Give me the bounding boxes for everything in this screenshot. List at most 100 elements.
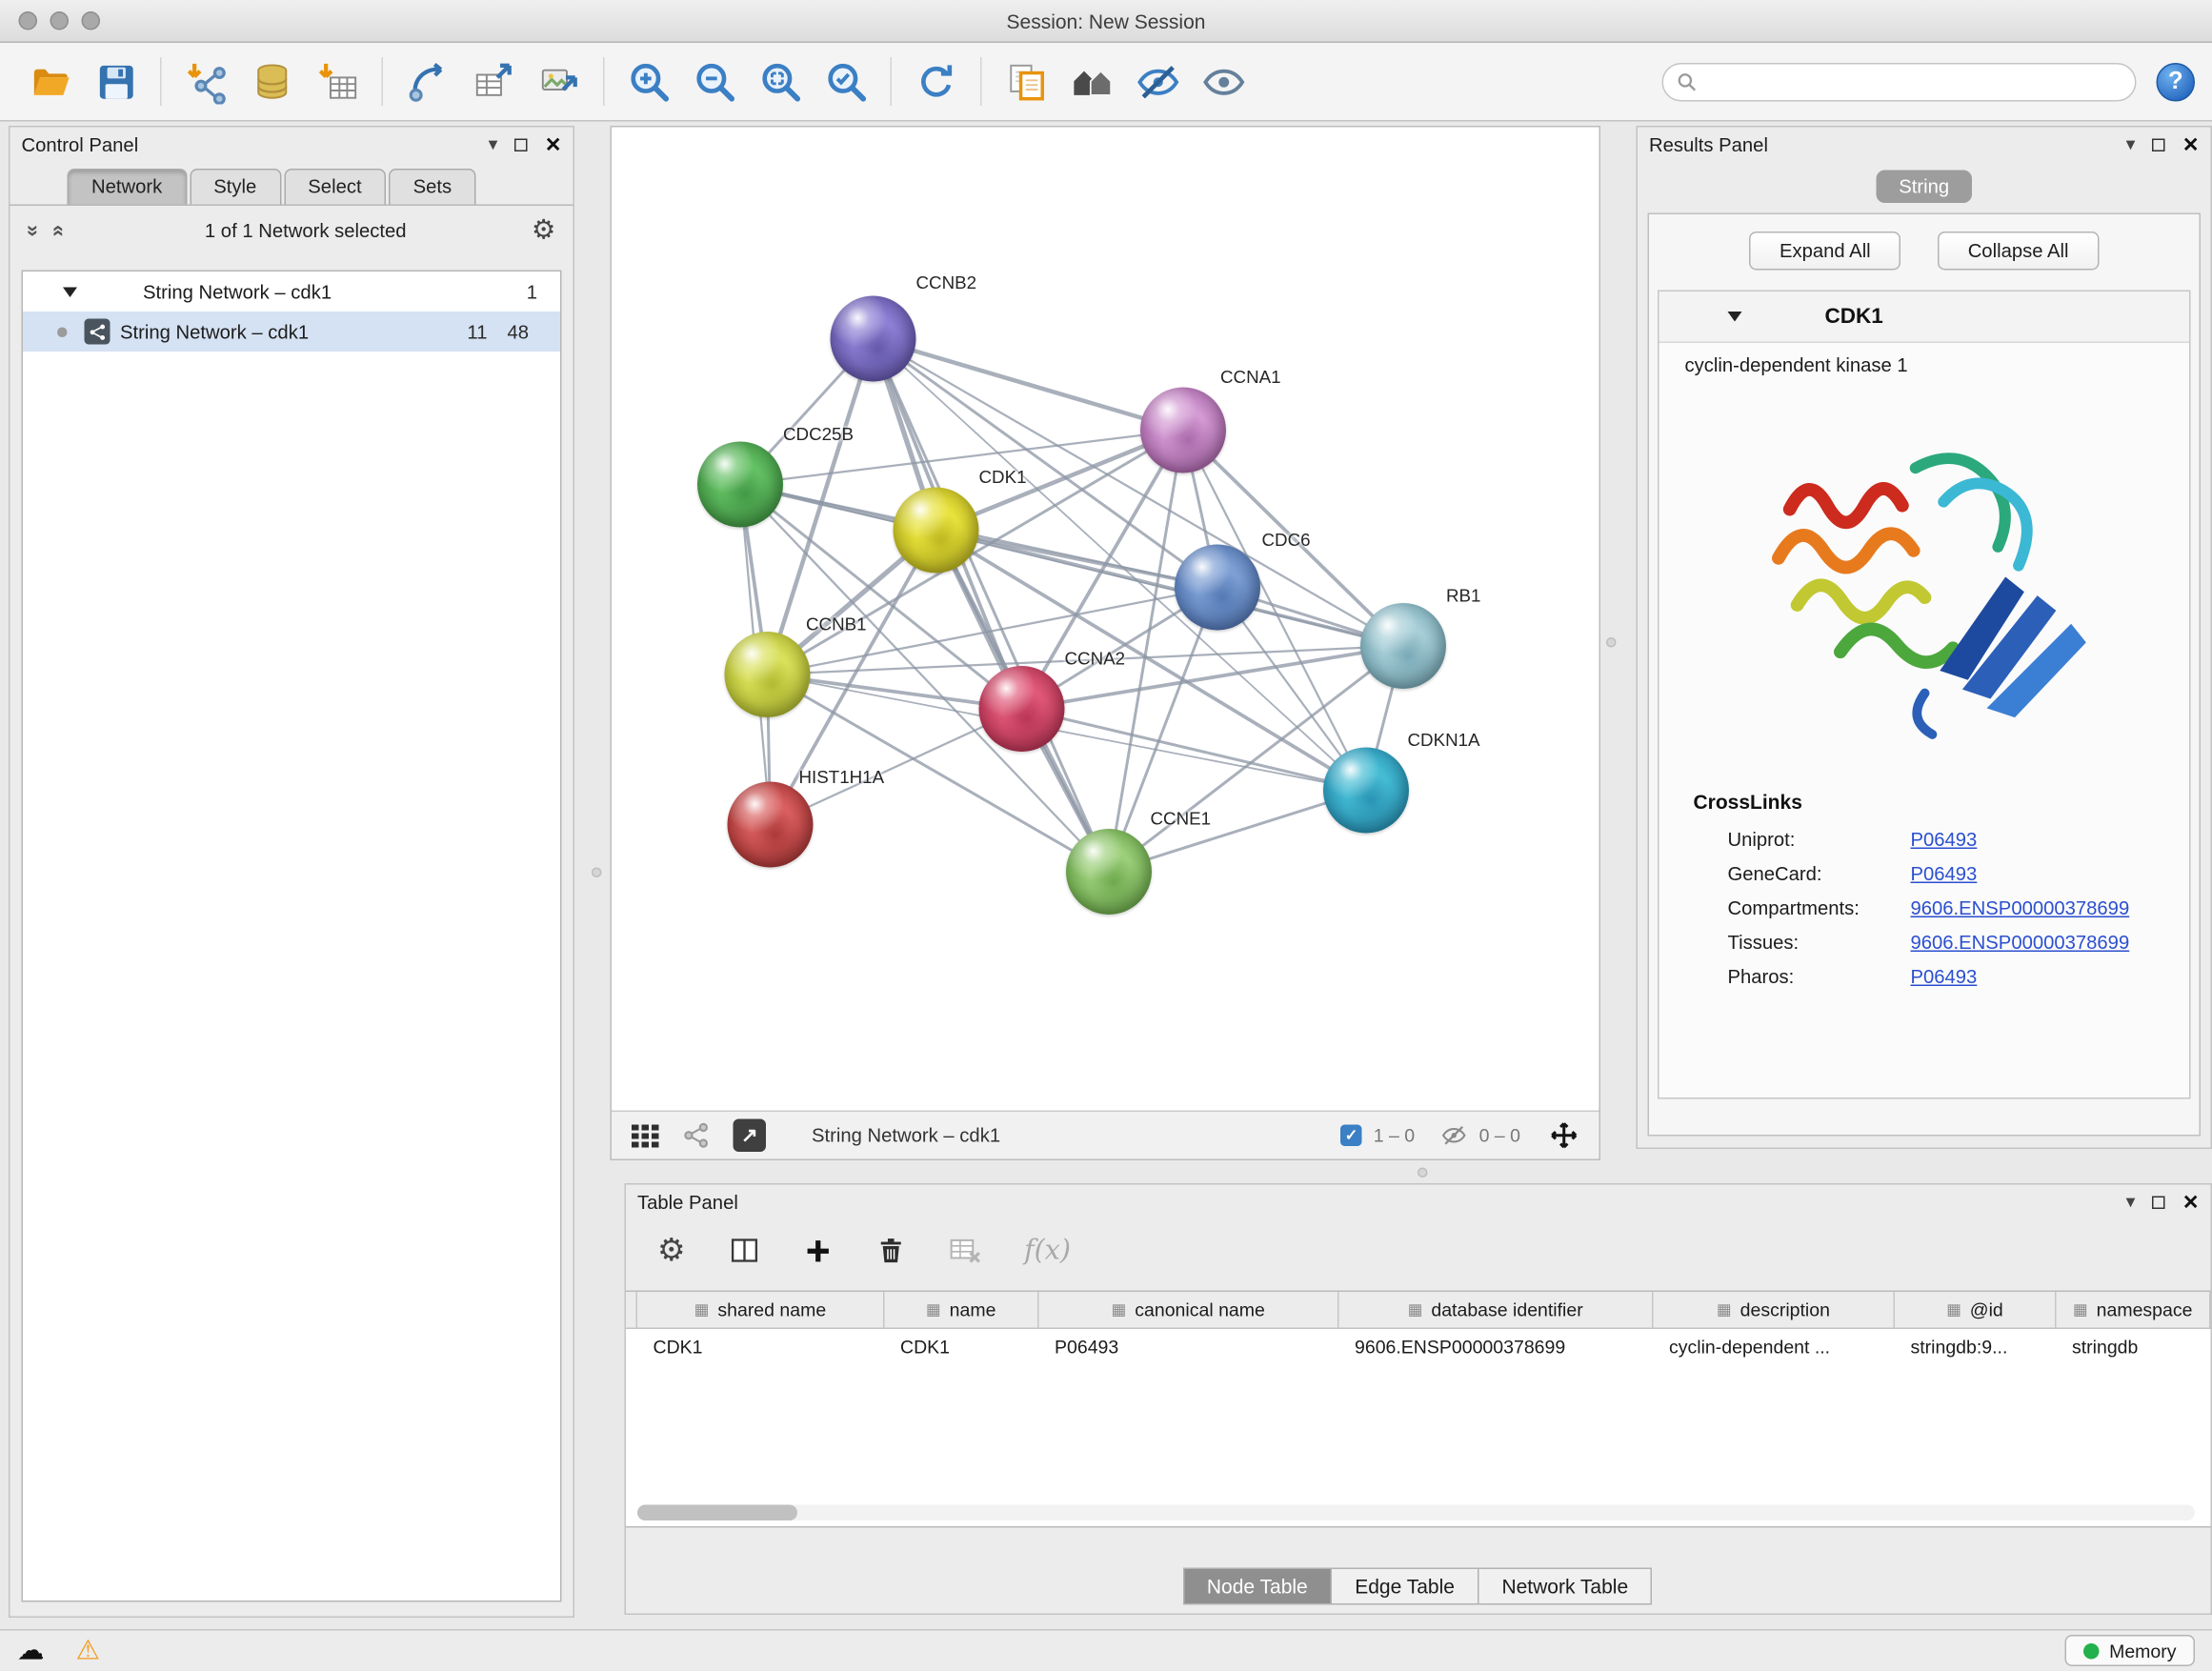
crosslink-label: GeneCard: [1728, 862, 1911, 884]
panel-menu-icon[interactable]: ▾ [2126, 133, 2136, 156]
zoom-selected-button[interactable] [814, 51, 879, 111]
expand-all-button[interactable]: Expand All [1749, 232, 1900, 271]
crosslink-link[interactable]: 9606.ENSP00000378699 [1911, 931, 2130, 953]
move-fit-icon[interactable] [1549, 1120, 1579, 1151]
tab-network-table[interactable]: Network Table [1478, 1568, 1653, 1605]
copy-to-clipboard-button[interactable] [994, 51, 1059, 111]
close-panel-icon[interactable]: ✕ [2182, 132, 2200, 157]
network-view-icon[interactable] [683, 1122, 711, 1150]
network-node-ccna1[interactable] [1140, 388, 1226, 473]
show-graphics-details-button[interactable] [1191, 51, 1257, 111]
import-network-from-database-button[interactable] [239, 51, 305, 111]
apply-preferred-layout-button[interactable] [903, 51, 969, 111]
expand-triangle-icon[interactable] [63, 287, 77, 297]
network-row-selected[interactable]: String Network – cdk1 11 48 [23, 312, 560, 352]
expand-all-icon[interactable]: « [48, 224, 72, 236]
float-panel-icon[interactable] [2152, 1196, 2165, 1209]
column-header-namespace[interactable]: ▦namespace [2057, 1292, 2211, 1328]
memory-button[interactable]: Memory [2065, 1636, 2195, 1667]
column-header-database-identifier[interactable]: ▦database identifier [1339, 1292, 1654, 1328]
column-header-canonical-name[interactable]: ▦canonical name [1039, 1292, 1339, 1328]
network-node-rb1[interactable] [1360, 603, 1446, 689]
collapse-all-icon[interactable]: » [21, 224, 46, 236]
hide-graphics-details-button[interactable] [1125, 51, 1191, 111]
maximize-window-button[interactable] [82, 11, 101, 30]
network-node-ccnb2[interactable] [831, 296, 916, 382]
show-hide-panels-button[interactable] [1059, 51, 1125, 111]
float-panel-icon[interactable] [514, 138, 528, 151]
search-field[interactable] [1662, 62, 2137, 101]
zoom-in-button[interactable] [616, 51, 682, 111]
close-window-button[interactable] [19, 11, 38, 30]
crosslink-link[interactable]: P06493 [1911, 828, 1978, 850]
tab-select[interactable]: Select [284, 169, 386, 205]
minimize-window-button[interactable] [50, 11, 70, 30]
hide-graphics-details-icon [1136, 59, 1180, 104]
crosslink-link[interactable]: P06493 [1911, 965, 1978, 987]
splitter-handle[interactable] [1418, 1168, 1428, 1178]
grid-view-icon[interactable] [632, 1124, 660, 1147]
float-panel-icon[interactable] [2152, 138, 2165, 151]
network-node-cdk1[interactable] [894, 488, 979, 574]
collapse-all-button[interactable]: Collapse All [1938, 232, 2099, 271]
import-table-from-file-button[interactable] [305, 51, 371, 111]
table-settings-gear-icon[interactable]: ⚙ [657, 1232, 686, 1269]
close-panel-icon[interactable]: ✕ [2182, 1190, 2200, 1215]
gene-card-header[interactable]: CDK1 [1659, 292, 2190, 343]
delete-column-trash-icon[interactable] [875, 1236, 906, 1266]
node-label-cdk1: CDK1 [979, 468, 1027, 488]
warning-icon[interactable]: ⚠ [76, 1635, 101, 1668]
cloud-icon[interactable]: ☁ [17, 1635, 45, 1668]
network-node-ccne1[interactable] [1066, 829, 1152, 915]
network-node-cdc25b[interactable] [697, 442, 783, 528]
question-mark-icon: ? [2168, 68, 2183, 96]
tab-sets[interactable]: Sets [389, 169, 476, 205]
table-panel-title: Table Panel [637, 1191, 738, 1213]
network-canvas[interactable]: CCNB2CCNA1CDC25BCDK1CDC6RB1CCNB1CCNA2CDK… [612, 128, 1599, 1111]
horizontal-scrollbar[interactable] [637, 1505, 2195, 1521]
zoom-out-button[interactable] [682, 51, 748, 111]
node-label-ccnb1: CCNB1 [806, 614, 867, 634]
open-in-window-icon[interactable]: ↗ [734, 1119, 767, 1153]
close-panel-icon[interactable]: ✕ [545, 132, 562, 157]
search-input[interactable] [1706, 70, 2122, 92]
tab-node-table[interactable]: Node Table [1182, 1568, 1332, 1605]
splitter-handle[interactable] [592, 868, 602, 878]
column-type-icon: ▦ [1408, 1300, 1423, 1319]
panel-menu-icon[interactable]: ▾ [489, 133, 498, 156]
open-session-button[interactable] [17, 51, 83, 111]
import-network-from-file-button[interactable] [173, 51, 239, 111]
selected-nodes-checkbox-icon[interactable]: ✓ [1340, 1125, 1362, 1147]
tab-edge-table[interactable]: Edge Table [1331, 1568, 1479, 1605]
column-header--id[interactable]: ▦@id [1895, 1292, 2057, 1328]
column-header-description[interactable]: ▦description [1654, 1292, 1896, 1328]
tab-style[interactable]: Style [190, 169, 281, 205]
export-table-button[interactable] [460, 51, 526, 111]
help-button[interactable]: ? [2157, 62, 2196, 101]
crosslink-link[interactable]: 9606.ENSP00000378699 [1911, 896, 2130, 918]
crosslink-link[interactable]: P06493 [1911, 862, 1978, 884]
network-node-cdc6[interactable] [1175, 545, 1260, 631]
network-node-ccnb1[interactable] [725, 632, 811, 717]
zoom-fit-content-button[interactable] [748, 51, 814, 111]
network-node-hist1h1a[interactable] [728, 782, 814, 868]
export-image-button[interactable] [526, 51, 592, 111]
tab-network[interactable]: Network [68, 169, 187, 205]
splitter-handle[interactable] [1606, 637, 1617, 648]
gene-card-cdk1: CDK1 cyclin-dependent kinase 1 CrossLink… [1658, 291, 2191, 1099]
collapse-triangle-icon[interactable] [1728, 312, 1742, 322]
scrollbar-thumb[interactable] [637, 1505, 797, 1521]
column-header-name[interactable]: ▦name [885, 1292, 1039, 1328]
new-network-from-selection-button[interactable] [394, 51, 460, 111]
save-session-button[interactable] [83, 51, 149, 111]
show-columns-icon[interactable] [729, 1235, 760, 1266]
tab-string[interactable]: String [1876, 171, 1972, 204]
add-column-plus-icon[interactable] [803, 1236, 834, 1266]
panel-menu-icon[interactable]: ▾ [2126, 1191, 2136, 1214]
table-row[interactable]: CDK1CDK1P064939606.ENSP00000378699cyclin… [626, 1329, 2211, 1365]
gear-icon[interactable]: ⚙ [532, 213, 556, 247]
network-collection-row[interactable]: String Network – cdk1 1 [23, 272, 560, 312]
network-node-ccna2[interactable] [979, 666, 1065, 752]
column-header-shared-name[interactable]: ▦shared name [637, 1292, 885, 1328]
network-node-cdkn1a[interactable] [1323, 748, 1409, 834]
